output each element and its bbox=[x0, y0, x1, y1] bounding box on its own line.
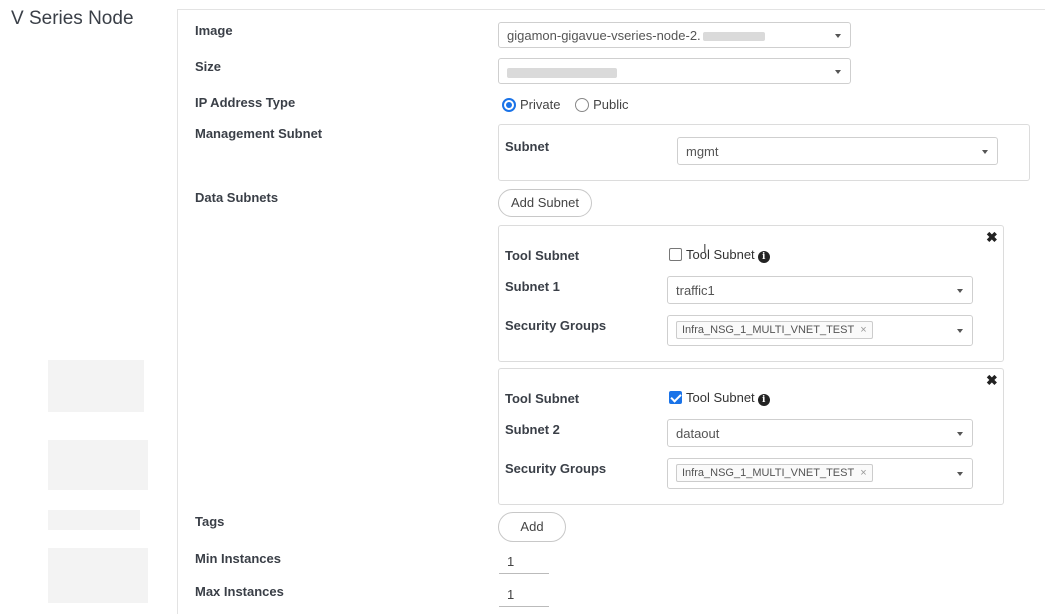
redacted-version bbox=[702, 32, 765, 42]
image-select-value: gigamon-gigavue-vseries-node-2. bbox=[507, 28, 765, 43]
tool-subnet-checkbox-row[interactable]: Tool Subnet i bbox=[669, 390, 770, 406]
info-icon[interactable]: i bbox=[757, 394, 770, 406]
subnet-2-select[interactable]: dataout bbox=[667, 419, 973, 447]
subnet-2-value: dataout bbox=[676, 426, 720, 441]
radio-selected-icon bbox=[502, 98, 516, 112]
security-group-tag: Infra_NSG_1_MULTI_VNET_TEST × bbox=[676, 464, 873, 482]
tool-subnet-label: Tool Subnet bbox=[505, 248, 580, 263]
min-instances-label: Min Instances bbox=[195, 551, 281, 566]
chevron-down-icon bbox=[835, 70, 841, 74]
tag-remove-icon[interactable]: × bbox=[860, 324, 866, 336]
data-subnet-card-1: ✖ Tool Subnet Tool Subnet i Subnet 1 traf… bbox=[498, 225, 1004, 362]
data-subnet-card-2: ✖ Tool Subnet Tool Subnet i Subnet 2 data… bbox=[498, 368, 1004, 505]
tags-label: Tags bbox=[195, 514, 225, 529]
data-subnets-label: Data Subnets bbox=[195, 190, 279, 205]
tool-subnet-checkbox-row[interactable]: Tool Subnet i bbox=[669, 247, 770, 263]
image-label: Image bbox=[195, 23, 233, 38]
sidebar-blurred-block bbox=[48, 510, 140, 530]
tool-subnet-checkbox-checked[interactable] bbox=[669, 391, 682, 404]
chevron-down-icon bbox=[982, 150, 988, 154]
management-subnet-box: Subnet mgmt bbox=[498, 124, 1030, 181]
ip-address-type-label: IP Address Type bbox=[195, 95, 296, 110]
tag-remove-icon[interactable]: × bbox=[860, 467, 866, 479]
mgmt-subnet-select[interactable]: mgmt bbox=[677, 137, 998, 165]
add-tag-button[interactable]: Add bbox=[498, 512, 566, 542]
chevron-down-icon bbox=[957, 432, 963, 436]
tool-subnet-checkbox-label: Tool Subnet bbox=[686, 390, 755, 405]
page-title: V Series Node bbox=[11, 8, 134, 29]
security-group-tag: Infra_NSG_1_MULTI_VNET_TEST × bbox=[676, 321, 873, 339]
radio-unselected-icon bbox=[575, 98, 590, 112]
ip-type-radio-group: Private Public bbox=[502, 97, 629, 112]
sidebar-blurred-block bbox=[48, 440, 148, 490]
tool-subnet-checkbox-label: Tool Subnet bbox=[686, 247, 755, 262]
chevron-down-icon bbox=[835, 34, 841, 38]
security-groups-label: Security Groups bbox=[505, 318, 607, 333]
mouse-cursor-icon: I bbox=[703, 241, 707, 256]
chevron-down-icon bbox=[957, 472, 963, 476]
image-select[interactable]: gigamon-gigavue-vseries-node-2. bbox=[498, 22, 851, 48]
tool-subnet-checkbox[interactable] bbox=[669, 248, 682, 261]
radio-private-label: Private bbox=[520, 97, 561, 112]
max-instances-input[interactable]: 1 bbox=[499, 585, 549, 607]
size-label: Size bbox=[195, 59, 222, 74]
info-icon[interactable]: i bbox=[757, 251, 770, 263]
close-icon[interactable]: ✖ bbox=[986, 372, 998, 389]
tool-subnet-label: Tool Subnet bbox=[505, 391, 580, 406]
size-select[interactable] bbox=[498, 58, 851, 84]
radio-public-label: Public bbox=[593, 97, 629, 112]
subnet-1-value: traffic1 bbox=[676, 283, 715, 298]
management-subnet-label: Management Subnet bbox=[195, 126, 323, 141]
add-subnet-button[interactable]: Add Subnet bbox=[498, 189, 592, 217]
sidebar-blurred-block bbox=[48, 548, 148, 603]
security-group-tag-text: Infra_NSG_1_MULTI_VNET_TEST bbox=[682, 324, 855, 336]
chevron-down-icon bbox=[957, 329, 963, 333]
sidebar-blurred-block bbox=[48, 360, 144, 412]
min-instances-input[interactable]: 1 bbox=[499, 552, 549, 574]
mgmt-subnet-label: Subnet bbox=[505, 139, 550, 154]
security-groups-label: Security Groups bbox=[505, 461, 607, 476]
mgmt-subnet-value: mgmt bbox=[686, 144, 719, 159]
subnet-2-label: Subnet 2 bbox=[505, 422, 560, 437]
subnet-1-label: Subnet 1 bbox=[505, 279, 560, 294]
redacted-size bbox=[507, 67, 617, 78]
security-groups-select[interactable]: Infra_NSG_1_MULTI_VNET_TEST × bbox=[667, 458, 973, 489]
chevron-down-icon bbox=[957, 289, 963, 293]
security-groups-select[interactable]: Infra_NSG_1_MULTI_VNET_TEST × bbox=[667, 315, 973, 346]
security-group-tag-text: Infra_NSG_1_MULTI_VNET_TEST bbox=[682, 467, 855, 479]
size-select-value bbox=[507, 64, 617, 79]
close-icon[interactable]: ✖ bbox=[986, 229, 998, 246]
max-instances-label: Max Instances bbox=[195, 584, 284, 599]
subnet-1-select[interactable]: traffic1 bbox=[667, 276, 973, 304]
radio-public[interactable]: Public bbox=[575, 97, 629, 112]
radio-private[interactable]: Private bbox=[502, 97, 560, 112]
